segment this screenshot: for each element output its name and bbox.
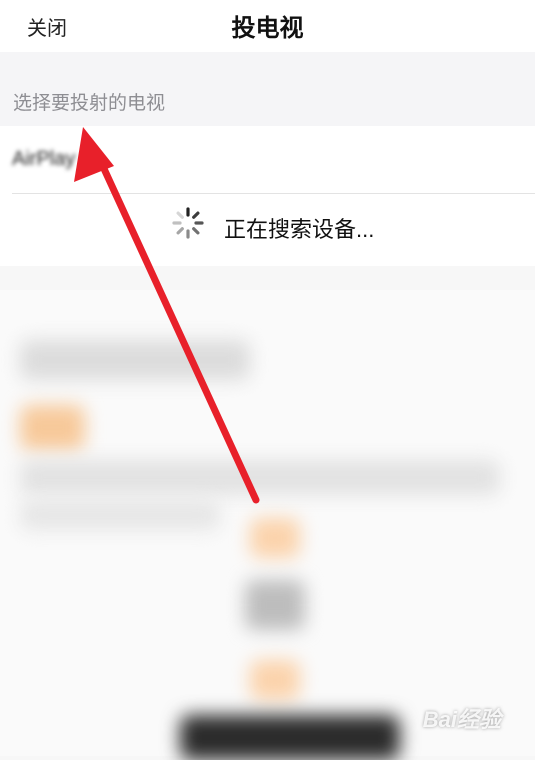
page-title: 投电视 [231,15,304,42]
device-list: AirPlay 正在搜索设备... [0,126,535,266]
watermark-logo: Bai经验 [422,707,501,732]
section-label: 选择要投射的电视 [13,93,166,114]
device-name: AirPlay [12,148,76,170]
blurred-block [180,715,400,760]
loading-spinner-icon [172,207,204,239]
device-item-airplay[interactable]: AirPlay [0,126,535,194]
blurred-block [250,660,300,700]
blurred-block [20,340,250,380]
blurred-block [245,580,305,630]
searching-row: 正在搜索设备... [0,194,535,266]
searching-status-text: 正在搜索设备... [224,217,375,242]
blurred-background-content: Bai经验 [0,290,535,760]
blurred-block [250,518,300,558]
blurred-block [20,500,220,530]
section-header: 选择要投射的电视 [0,52,535,126]
nav-bar: 关闭 投电视 [0,0,535,52]
blurred-block [20,460,500,495]
blurred-block [20,405,85,450]
